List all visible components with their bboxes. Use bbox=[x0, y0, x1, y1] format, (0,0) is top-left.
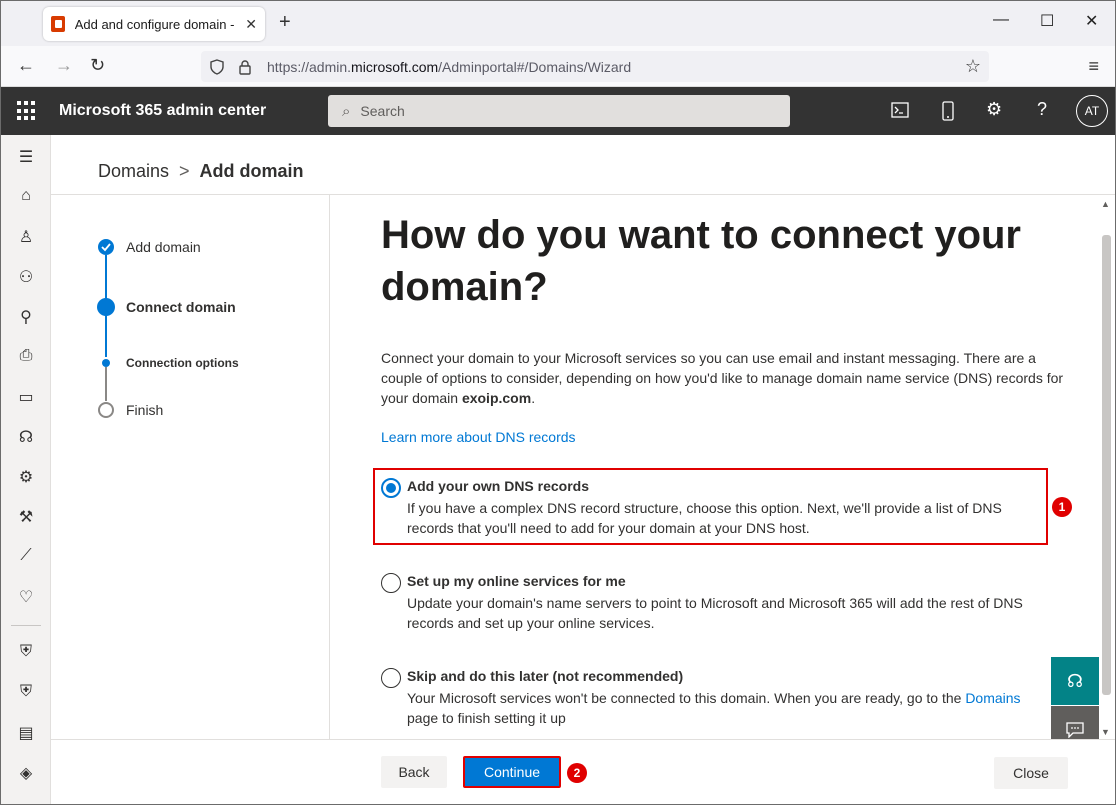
reports-chart-icon[interactable]: ⟋ bbox=[15, 547, 37, 565]
office-icon bbox=[51, 16, 65, 32]
breadcrumb-current: Add domain bbox=[199, 161, 304, 181]
page-description: Connect your domain to your Microsoft se… bbox=[381, 350, 1064, 406]
search-input[interactable]: ⌕ Search bbox=[328, 95, 790, 127]
option-description: Your Microsoft services won't be connect… bbox=[407, 690, 1021, 726]
step-pending-dot bbox=[98, 402, 114, 418]
step-connect-domain: Connect domain bbox=[126, 299, 236, 315]
app-header: Microsoft 365 admin center ⌕ Search ⚙ ? … bbox=[1, 87, 1115, 135]
app-launcher-icon[interactable] bbox=[17, 101, 37, 121]
page-title: How do you want to connect your domain? bbox=[381, 213, 1021, 309]
lock-icon[interactable] bbox=[237, 59, 253, 75]
close-button[interactable]: Close bbox=[994, 757, 1068, 789]
substep-dot bbox=[102, 359, 110, 367]
settings-gear-icon[interactable]: ⚙ bbox=[986, 99, 1002, 120]
back-button[interactable]: Back bbox=[381, 756, 447, 788]
header-divider bbox=[51, 194, 1115, 195]
step-connection-options: Connection options bbox=[126, 356, 239, 370]
scrollbar-thumb[interactable] bbox=[1102, 235, 1111, 695]
address-bar[interactable]: https://admin.microsoft.com/Adminportal#… bbox=[201, 51, 989, 82]
option-skip[interactable]: Skip and do this later (not recommended)… bbox=[381, 668, 1061, 728]
forward-arrow-icon[interactable]: → bbox=[55, 55, 73, 76]
support-icon[interactable]: ☊ bbox=[15, 427, 37, 447]
terminal-icon[interactable] bbox=[891, 102, 909, 118]
tab-title: Add and configure domain - Microsoft 365… bbox=[74, 16, 238, 32]
nav-collapse-icon[interactable]: ☰ bbox=[15, 147, 37, 167]
continue-button[interactable]: Continue bbox=[463, 756, 561, 788]
step-current-dot bbox=[97, 298, 115, 316]
shield-icon[interactable] bbox=[209, 58, 225, 75]
learn-more-link[interactable]: Learn more about DNS records bbox=[381, 429, 576, 445]
option-title: Skip and do this later (not recommended) bbox=[407, 668, 684, 684]
breadcrumb-separator: > bbox=[179, 161, 190, 181]
security-shield-icon[interactable]: ⛨ bbox=[15, 643, 37, 661]
radio-own-dns[interactable] bbox=[381, 478, 401, 498]
scroll-down-icon[interactable]: ▼ bbox=[1101, 727, 1110, 737]
browser-window: Add and configure domain - Microsoft 365… bbox=[0, 0, 1116, 805]
step-badge-2: 2 bbox=[567, 763, 587, 783]
option-description: If you have a complex DNS record structu… bbox=[407, 500, 1002, 536]
step-connector bbox=[105, 367, 107, 401]
step-connector bbox=[105, 315, 107, 357]
option-own-dns[interactable]: Add your own DNS records If you have a c… bbox=[381, 478, 1061, 538]
home-icon[interactable]: ⌂ bbox=[15, 187, 37, 205]
step-finish: Finish bbox=[126, 402, 164, 418]
left-nav-rail: ☰ ⌂ ♙ ⚇ ⚲ ⎙ ▭ ☊ ⚙ ⚒ ⟋ ♡ ⛨ ⛨ ▤ ◈ bbox=[1, 135, 51, 804]
health-icon[interactable]: ♡ bbox=[15, 587, 37, 607]
tab-close-icon[interactable]: ✕ bbox=[245, 16, 257, 33]
rail-divider bbox=[11, 625, 41, 626]
setup-wrench-icon[interactable]: ⚒ bbox=[15, 507, 37, 527]
search-icon: ⌕ bbox=[342, 102, 351, 120]
help-chat-icon[interactable]: ☊ bbox=[1051, 657, 1099, 705]
stepper-divider bbox=[329, 195, 330, 739]
back-arrow-icon[interactable]: ← bbox=[17, 55, 35, 76]
url-text: https://admin.microsoft.com/Adminportal#… bbox=[267, 58, 632, 75]
compliance-shield-icon[interactable]: ⛨ bbox=[15, 683, 37, 701]
new-tab-icon[interactable]: + bbox=[279, 11, 291, 34]
breadcrumb-domains[interactable]: Domains bbox=[98, 161, 169, 181]
settings-icon[interactable]: ⚙ bbox=[15, 467, 37, 487]
browser-tab-bar: Add and configure domain - Microsoft 365… bbox=[1, 1, 1115, 46]
domains-page-link[interactable]: Domains bbox=[965, 690, 1020, 706]
navigation-bar: ← → ↻ https://admin.microsoft.com/Adminp… bbox=[1, 46, 1115, 87]
window-close-icon[interactable]: ✕ bbox=[1085, 11, 1098, 31]
app-title[interactable]: Microsoft 365 admin center bbox=[59, 102, 266, 120]
resources-icon[interactable]: ⎙ bbox=[15, 347, 37, 365]
browser-menu-icon[interactable]: ≡ bbox=[1088, 56, 1099, 77]
option-setup-services[interactable]: Set up my online services for me Update … bbox=[381, 573, 1061, 633]
step-add-domain: Add domain bbox=[126, 239, 201, 255]
browser-tab[interactable]: Add and configure domain - Microsoft 365… bbox=[43, 7, 265, 41]
roles-icon[interactable]: ⚲ bbox=[15, 307, 37, 327]
scroll-up-icon[interactable]: ▲ bbox=[1101, 199, 1110, 209]
breadcrumb: Domains > Add domain bbox=[98, 161, 304, 182]
step-connector bbox=[105, 255, 107, 299]
search-placeholder: Search bbox=[360, 103, 405, 119]
endpoint-manager-icon[interactable]: ▤ bbox=[15, 723, 37, 743]
reload-icon[interactable]: ↻ bbox=[90, 55, 105, 76]
option-description: Update your domain's name servers to poi… bbox=[407, 595, 1023, 631]
bookmark-star-icon[interactable]: ☆ bbox=[965, 56, 981, 77]
option-title: Add your own DNS records bbox=[407, 478, 590, 494]
radio-skip[interactable] bbox=[381, 668, 401, 688]
user-icon[interactable]: ♙ bbox=[15, 227, 37, 247]
minimize-icon[interactable]: — bbox=[993, 11, 1009, 29]
avatar[interactable]: AT bbox=[1076, 95, 1108, 127]
mobile-icon[interactable] bbox=[942, 101, 954, 121]
maximize-icon[interactable]: ☐ bbox=[1040, 11, 1054, 31]
step-complete-check-icon bbox=[98, 239, 114, 255]
groups-icon[interactable]: ⚇ bbox=[15, 267, 37, 287]
option-title: Set up my online services for me bbox=[407, 573, 626, 589]
domain-name: exoip.com bbox=[461, 390, 532, 406]
billing-icon[interactable]: ▭ bbox=[15, 387, 37, 407]
radio-setup-services[interactable] bbox=[381, 573, 401, 593]
help-icon[interactable]: ? bbox=[1037, 99, 1047, 120]
exchange-icon[interactable]: ◈ bbox=[15, 763, 37, 783]
